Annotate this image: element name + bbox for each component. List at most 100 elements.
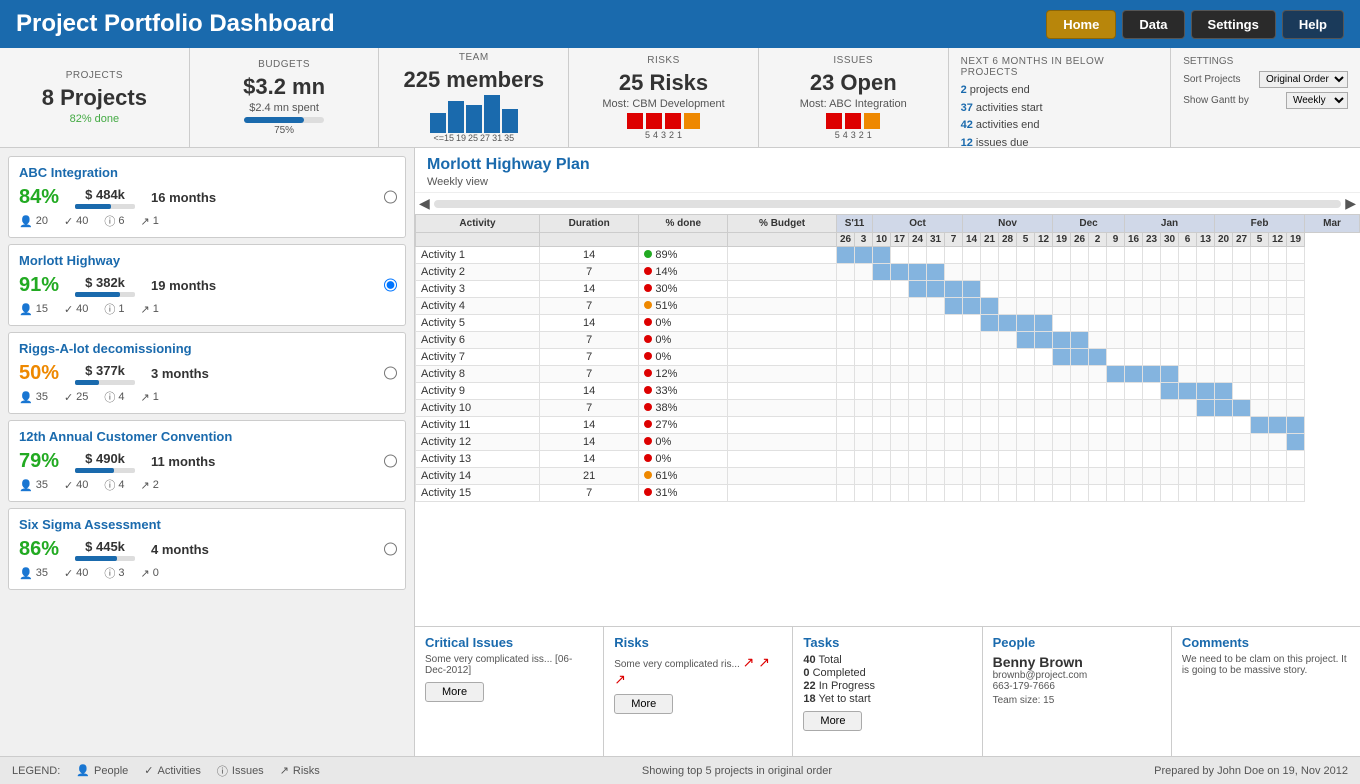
gantt-cell-6-22 [1233,349,1251,366]
gantt-cell-3-6 [945,298,963,315]
home-button[interactable]: Home [1046,10,1116,39]
gantt-cell-9-18 [1161,400,1179,417]
gantt-cell-10-4 [909,417,927,434]
activity-pct-done-3: 51% [639,298,728,315]
project-months-4: 4 months [151,542,209,557]
gantt-cell-6-13 [1071,349,1089,366]
gantt-cell-1-7 [963,264,981,281]
project-budget-bar-0 [75,204,135,209]
gantt-cell-6-10 [1017,349,1035,366]
project-radio-2[interactable] [384,367,397,380]
scroll-left-arrow[interactable]: ◀ [419,195,430,212]
gantt-cell-6-14 [1089,349,1107,366]
gantt-cell-4-7 [963,315,981,332]
people-name: Benny Brown [993,654,1161,670]
gantt-cell-2-5 [927,281,945,298]
gantt-cell-9-6 [945,400,963,417]
scroll-track[interactable] [434,200,1341,208]
week-21: 21 [981,233,999,247]
gantt-cell-12-25 [1287,451,1305,468]
activity-pct-budget-14 [728,485,837,502]
activity-duration-14: 7 [539,485,638,502]
project-radio-1[interactable] [384,279,397,292]
gantt-cell-6-23 [1251,349,1269,366]
project-card-1: Morlott Highway 91% $ 382k 19 months 👤15… [8,244,406,326]
gantt-cell-9-1 [855,400,873,417]
col-mar: Mar [1305,215,1360,233]
gantt-cell-5-9 [999,332,1017,349]
left-panel: ABC Integration 84% $ 484k 16 months 👤20… [0,148,415,756]
gantt-cell-4-11 [1035,315,1053,332]
gantt-area: Activity Duration % done % Budget S'11 O… [415,214,1360,626]
gantt-cell-2-2 [873,281,891,298]
gantt-cell-6-7 [963,349,981,366]
project-radio-4[interactable] [384,543,397,556]
gantt-body: Activity 11489%Activity 2714%Activity 31… [416,247,1360,502]
project-card-3: 12th Annual Customer Convention 79% $ 49… [8,420,406,502]
gantt-cell-2-21 [1215,281,1233,298]
gantt-cell-8-15 [1107,383,1125,400]
gantt-cell-11-19 [1179,434,1197,451]
gantt-cell-10-17 [1143,417,1161,434]
project-metrics-2: 50% $ 377k 3 months [19,362,395,385]
gantt-cell-7-1 [855,366,873,383]
ps-activities-4: ✓40 [64,565,88,581]
gantt-cell-8-9 [999,383,1017,400]
gantt-view: Weekly view [427,176,488,188]
ps-risks-0: ↗1 [141,213,159,229]
gantt-cell-10-14 [1089,417,1107,434]
gantt-cell-12-0 [837,451,855,468]
gantt-cell-5-24 [1269,332,1287,349]
gantt-cell-14-10 [1017,485,1035,502]
week-24: 24 [909,233,927,247]
sort-select[interactable]: Original Order Name Budget [1259,71,1348,88]
show-select[interactable]: Weekly Monthly [1286,92,1348,109]
gantt-cell-14-16 [1125,485,1143,502]
legend-issues: ⓘ Issues [217,763,264,779]
gantt-cell-0-21 [1215,247,1233,264]
project-pct-3: 79% [19,450,59,473]
activity-pct-done-11: 0% [639,434,728,451]
gantt-cell-9-2 [873,400,891,417]
gantt-cell-2-20 [1197,281,1215,298]
tasks-more-button[interactable]: More [803,711,862,731]
gantt-cell-1-19 [1179,264,1197,281]
project-budget-bar-2 [75,380,135,385]
ps-risks-4: ↗0 [141,565,159,581]
gantt-cell-8-21 [1215,383,1233,400]
dot-13 [644,471,652,479]
scroll-right-arrow[interactable]: ▶ [1345,195,1356,212]
help-button[interactable]: Help [1282,10,1344,39]
project-budget-block-0: $ 484k [75,187,135,209]
people-team-size: Team size: 15 [993,695,1161,706]
gantt-cell-5-14 [1089,332,1107,349]
activity-name-6: Activity 7 [416,349,540,366]
activity-duration-10: 14 [539,417,638,434]
footer-legend: LEGEND: 👤 People ✓ Activities ⓘ Issues ↗… [12,763,320,779]
gantt-cell-9-11 [1035,400,1053,417]
gantt-cell-14-8 [981,485,999,502]
gantt-cell-9-17 [1143,400,1161,417]
critical-issues-more-button[interactable]: More [425,682,484,702]
team-bar-2 [448,101,464,133]
gantt-cell-7-15 [1107,366,1125,383]
data-button[interactable]: Data [1122,10,1184,39]
gantt-table[interactable]: Activity Duration % done % Budget S'11 O… [415,214,1360,626]
risks-more-button[interactable]: More [614,694,673,714]
project-metrics-1: 91% $ 382k 19 months [19,274,395,297]
gantt-cell-4-14 [1089,315,1107,332]
gantt-cell-11-25 [1287,434,1305,451]
gantt-cell-10-19 [1179,417,1197,434]
stats-bar: PROJECTS 8 Projects 82% done BUDGETS $3.… [0,48,1360,148]
ps-issues-4: ⓘ3 [104,565,124,581]
week-7: 7 [945,233,963,247]
gantt-cell-13-24 [1269,468,1287,485]
project-radio-3[interactable] [384,455,397,468]
tasks-yet-to-start: 18 Yet to start [803,693,971,705]
project-radio-0[interactable] [384,191,397,204]
activity-duration-1: 7 [539,264,638,281]
settings-button[interactable]: Settings [1191,10,1276,39]
project-metrics-4: 86% $ 445k 4 months [19,538,395,561]
gantt-cell-14-20 [1197,485,1215,502]
activity-name-12: Activity 13 [416,451,540,468]
